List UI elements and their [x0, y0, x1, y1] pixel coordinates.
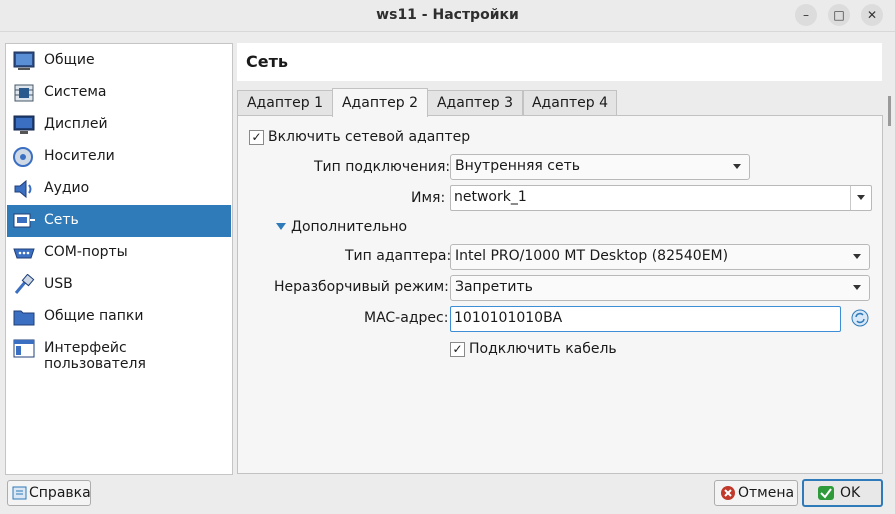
- ok-label: OK: [840, 485, 861, 501]
- sidebar-item-label: Сеть: [44, 212, 79, 228]
- title-bar: ws11 - Настройки – □ ✕: [0, 0, 895, 32]
- sidebar-item-label: Общие: [44, 52, 95, 68]
- usb-icon: [14, 274, 35, 294]
- tab-adapter-4[interactable]: Адаптер 4: [523, 90, 617, 115]
- cancel-icon: [721, 486, 735, 500]
- tab-adapter-1[interactable]: Адаптер 1: [237, 90, 333, 115]
- minimize-icon: –: [803, 8, 809, 22]
- tab-adapter-3[interactable]: Адаптер 3: [427, 90, 523, 115]
- cancel-button[interactable]: Отмена: [714, 480, 798, 506]
- audio-icon: [14, 179, 32, 199]
- mac-address-value: 1010101010BA: [454, 310, 563, 326]
- window-title: ws11 - Настройки: [376, 7, 519, 23]
- close-icon: ✕: [866, 8, 878, 22]
- refresh-mac-icon[interactable]: [851, 309, 869, 327]
- attached-to-select[interactable]: Внутренняя сеть: [450, 154, 750, 180]
- storage-icon: [13, 147, 33, 167]
- cable-connected-label: Подключить кабель: [469, 341, 617, 357]
- promiscuous-mode-label: Неразборчивый режим:: [274, 279, 449, 295]
- minimize-button[interactable]: –: [795, 4, 817, 26]
- sidebar-item-user-interface[interactable]: Интерфейс пользователя: [7, 333, 231, 372]
- network-name-value: network_1: [454, 189, 527, 205]
- promiscuous-mode-value: Запретить: [455, 279, 533, 295]
- ok-button[interactable]: OK: [802, 479, 883, 507]
- sidebar-item-label: Система: [44, 84, 107, 100]
- page-header: Сеть: [237, 43, 882, 81]
- attached-to-value: Внутренняя сеть: [455, 158, 581, 174]
- adapter-type-label: Тип адаптера:: [345, 248, 452, 264]
- attached-to-label: Тип подключения:: [314, 159, 451, 175]
- sidebar-item-label: USB: [44, 276, 73, 292]
- adapter-settings-panel: ✓ Включить сетевой адаптер Тип подключен…: [237, 115, 883, 474]
- sidebar-item-label: Носители: [44, 148, 115, 164]
- cancel-label: Отмена: [738, 485, 795, 501]
- chevron-down-icon: [857, 195, 865, 200]
- display-icon: [13, 115, 35, 134]
- sidebar-item-label: Дисплей: [44, 116, 108, 132]
- scroll-indicator: [888, 96, 891, 126]
- advanced-toggle[interactable]: Дополнительно: [291, 219, 407, 235]
- tab-adapter-2[interactable]: Адаптер 2: [332, 88, 428, 117]
- help-icon: [12, 486, 27, 500]
- cable-connected-checkbox[interactable]: ✓: [450, 342, 465, 357]
- promiscuous-mode-select[interactable]: Запретить: [450, 275, 870, 301]
- general-icon: [13, 51, 35, 70]
- adapter-type-select[interactable]: Intel PRO/1000 MT Desktop (82540EM): [450, 244, 870, 270]
- mac-address-label: MAC-адрес:: [364, 310, 449, 326]
- sidebar-item-audio[interactable]: Аудио: [7, 173, 231, 205]
- mac-address-input[interactable]: 1010101010BA: [450, 306, 841, 332]
- system-icon: [14, 84, 34, 102]
- sidebar-item-general[interactable]: Общие: [7, 45, 231, 77]
- name-label: Имя:: [411, 190, 446, 206]
- serial-ports-icon: [13, 248, 35, 259]
- chevron-down-icon: [733, 164, 741, 169]
- settings-sidebar: Общие Система Дисплей Носители Аудио Сет…: [5, 43, 233, 475]
- maximize-button[interactable]: □: [828, 4, 850, 26]
- sidebar-item-usb[interactable]: USB: [7, 269, 231, 301]
- page-title: Сеть: [246, 52, 288, 71]
- sidebar-item-serial-ports[interactable]: COM-порты: [7, 237, 231, 269]
- sidebar-item-shared-folders[interactable]: Общие папки: [7, 301, 231, 333]
- sidebar-item-label: Аудио: [44, 180, 90, 196]
- sidebar-item-system[interactable]: Система: [7, 77, 231, 109]
- enable-adapter-checkbox[interactable]: ✓: [249, 130, 264, 145]
- help-label: Справка: [29, 485, 91, 501]
- network-icon: [13, 213, 35, 228]
- chevron-down-icon: [853, 254, 861, 259]
- chevron-down-icon: [853, 285, 861, 290]
- sidebar-item-label: COM-порты: [44, 244, 128, 260]
- ok-check-icon: [818, 486, 834, 500]
- help-button[interactable]: Справка: [7, 480, 91, 506]
- maximize-icon: □: [833, 8, 845, 22]
- name-dropdown-button[interactable]: [850, 186, 871, 210]
- expand-triangle-icon[interactable]: [276, 223, 286, 230]
- shared-folders-icon: [13, 310, 35, 326]
- sidebar-item-label: Интерфейс пользователя: [44, 340, 146, 372]
- sidebar-item-display[interactable]: Дисплей: [7, 109, 231, 141]
- network-name-combo[interactable]: network_1: [450, 185, 872, 211]
- enable-adapter-label: Включить сетевой адаптер: [268, 129, 471, 145]
- adapter-type-value: Intel PRO/1000 MT Desktop (82540EM): [455, 248, 729, 264]
- user-interface-icon: [13, 339, 35, 358]
- sidebar-item-label: Общие папки: [44, 308, 144, 324]
- close-button[interactable]: ✕: [861, 4, 883, 26]
- sidebar-item-storage[interactable]: Носители: [7, 141, 231, 173]
- sidebar-item-network[interactable]: Сеть: [7, 205, 231, 237]
